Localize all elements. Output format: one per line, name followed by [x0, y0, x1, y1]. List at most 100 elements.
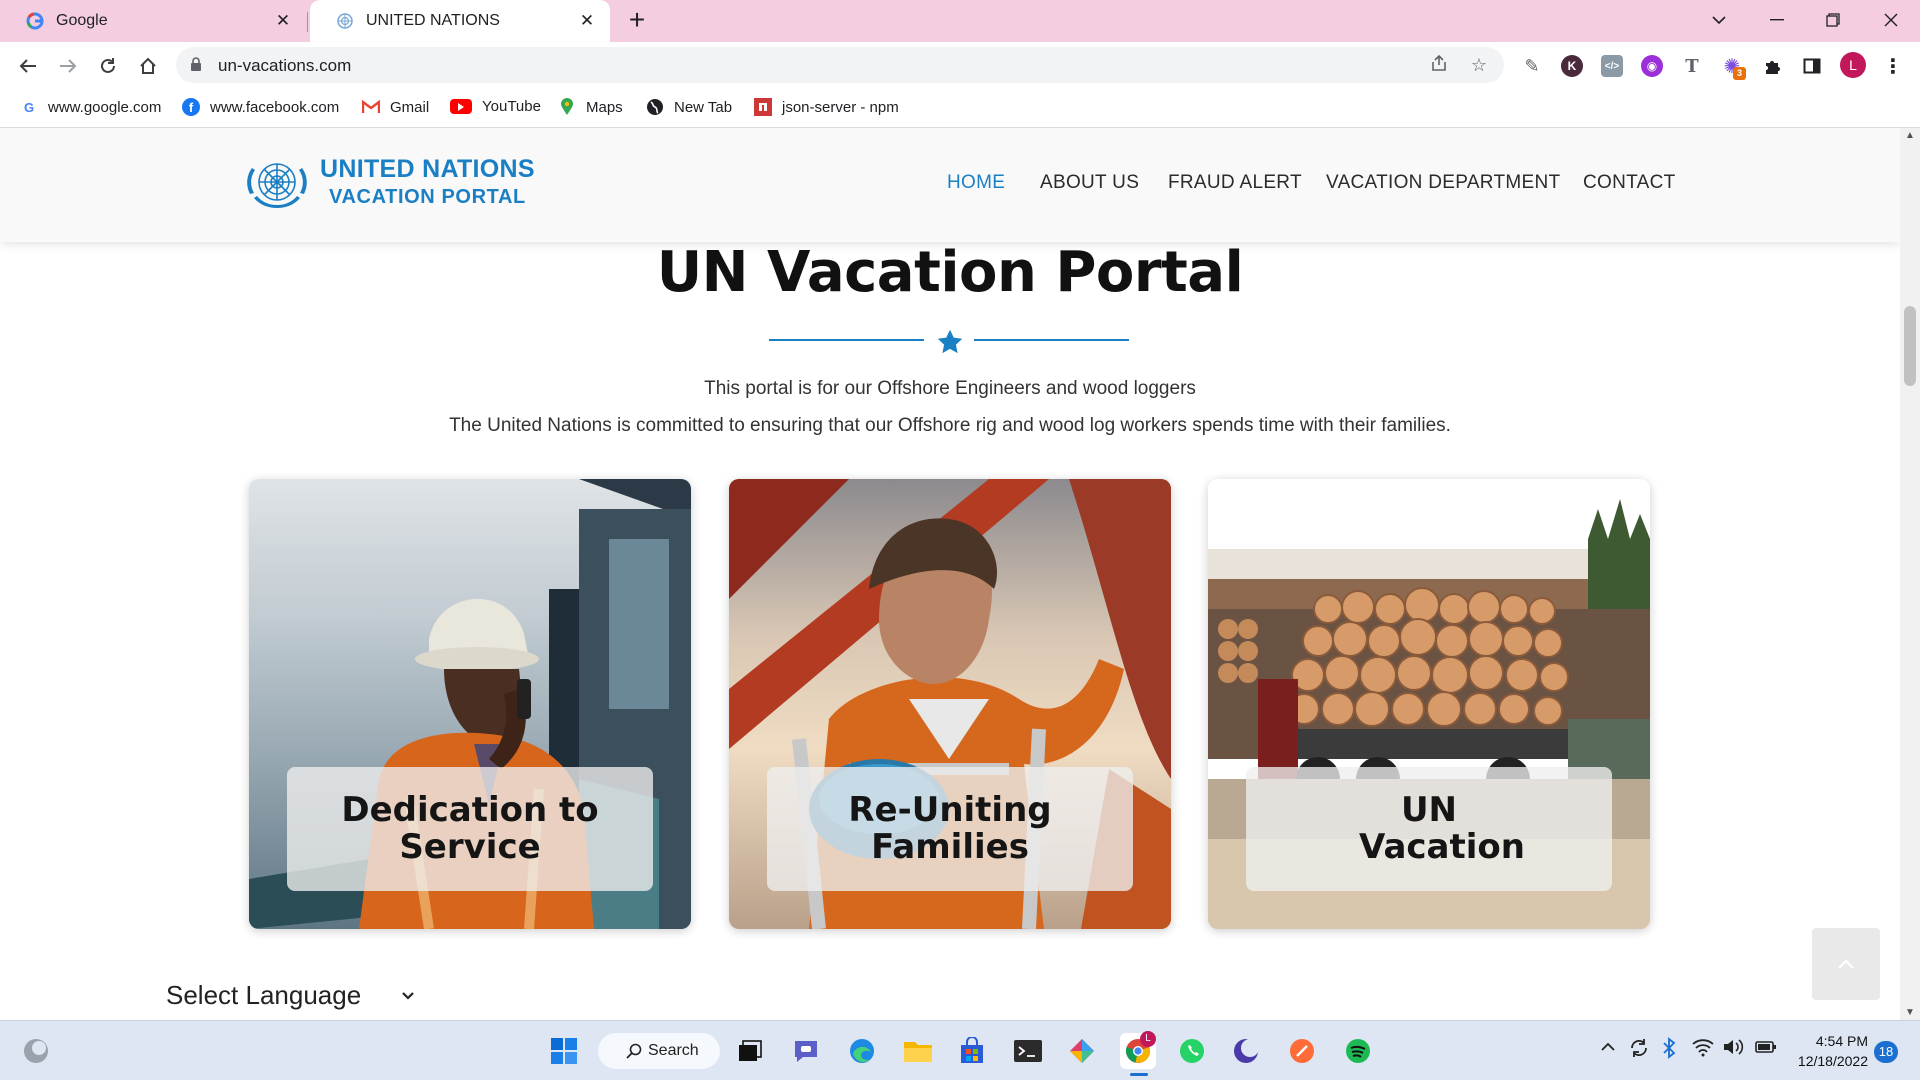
terminal-icon[interactable] [1010, 1033, 1046, 1069]
logo-line2: VACATION PORTAL [329, 186, 526, 208]
card-dedication-to-service[interactable]: Dedication to Service [249, 479, 691, 929]
microsoft-store-icon[interactable] [954, 1033, 990, 1069]
share-icon[interactable] [1428, 54, 1450, 76]
divider-right [974, 339, 1129, 341]
language-select-label: Select Language [166, 980, 362, 1010]
language-select[interactable]: Select Language [166, 980, 415, 1011]
un-emblem-icon [247, 163, 307, 208]
teams-chat-icon[interactable] [788, 1033, 824, 1069]
clock-time: 4:54 PM [1815, 1033, 1868, 1049]
scroll-up-arrow-icon[interactable]: ▲ [1900, 130, 1920, 141]
card-re-uniting-families[interactable]: Re-Uniting Families [729, 479, 1171, 929]
close-tab-icon[interactable]: ✕ [272, 11, 294, 31]
chrome-profile-badge: L [1140, 1031, 1156, 1047]
taskbar-clock[interactable]: 4:54 PM 12/18/2022 [1794, 1031, 1868, 1071]
profile-avatar[interactable]: L [1840, 52, 1866, 78]
gmail-icon [362, 98, 380, 116]
site-logo[interactable]: UNITED NATIONS VACATION PORTAL [244, 154, 535, 210]
more-menu-icon[interactable]: ⋮ [1882, 55, 1904, 78]
url-text[interactable]: un-vacations.com [218, 56, 351, 76]
scroll-down-arrow-icon[interactable]: ▼ [1900, 1007, 1920, 1018]
nav-vacation-department[interactable]: VACATION DEPARTMENT [1326, 172, 1560, 194]
postman-icon[interactable] [1284, 1033, 1320, 1069]
tab-search-chevron-icon[interactable] [1694, 0, 1744, 40]
close-tab-icon[interactable]: ✕ [576, 11, 598, 31]
new-tab-icon[interactable]: + [622, 6, 652, 36]
file-explorer-icon[interactable] [900, 1033, 936, 1069]
text-extension-icon[interactable]: T [1681, 55, 1703, 77]
windows-taskbar: Search L 4:54 PM 12/18/2022 18 [0, 1020, 1920, 1080]
home-icon[interactable] [132, 50, 164, 82]
start-windows-icon[interactable] [546, 1033, 582, 1069]
nav-fraud-alert[interactable]: FRAUD ALERT [1168, 172, 1302, 194]
snip-tool-icon[interactable] [1064, 1033, 1100, 1069]
minimize-icon[interactable] [1752, 0, 1802, 40]
spotify-icon[interactable] [1340, 1033, 1376, 1069]
active-app-indicator [1130, 1073, 1148, 1076]
tab-separator [307, 12, 308, 32]
task-view-icon[interactable] [732, 1033, 768, 1069]
page-scrollbar[interactable]: ▲ ▼ [1900, 128, 1920, 1020]
maps-icon [558, 98, 576, 116]
bookmark-facebook[interactable]: f www.facebook.com [182, 98, 339, 116]
logo-text: UNITED NATIONS VACATION PORTAL [320, 157, 535, 208]
back-to-top-button[interactable] [1812, 928, 1880, 1000]
burst-extension-icon[interactable]: ✺ 3 [1721, 55, 1746, 80]
bookmark-label: Gmail [390, 98, 430, 116]
reload-icon[interactable] [92, 50, 124, 82]
star-icon [937, 329, 963, 354]
notification-badge[interactable]: 18 [1874, 1041, 1898, 1063]
moon-app-icon[interactable] [1228, 1033, 1264, 1069]
bookmark-maps[interactable]: Maps [558, 98, 623, 116]
eyedropper-extension-icon[interactable]: ✎ [1521, 55, 1543, 77]
bookmark-json-server[interactable]: json-server - npm [754, 98, 899, 116]
bookmark-youtube[interactable]: YouTube [450, 98, 541, 115]
nav-home[interactable]: HOME [947, 172, 1005, 194]
intro-line-2: The United Nations is committed to ensur… [449, 415, 1451, 436]
close-window-icon[interactable] [1866, 0, 1916, 40]
tab-google[interactable]: Google ✕ [0, 0, 306, 42]
taskbar-search[interactable]: Search [598, 1033, 720, 1069]
card-un-vacation[interactable]: UN Vacation [1208, 479, 1650, 929]
scrollbar-thumb[interactable] [1904, 306, 1916, 386]
chevron-down-icon [402, 991, 414, 1000]
bookmark-gmail[interactable]: Gmail [362, 98, 429, 116]
volume-icon[interactable] [1722, 1037, 1744, 1062]
search-icon [626, 1043, 642, 1059]
sync-icon[interactable] [1628, 1037, 1650, 1064]
puzzle-extensions-icon[interactable] [1761, 55, 1783, 77]
site-header: UNITED NATIONS VACATION PORTAL HOME ABOU… [0, 128, 1900, 242]
nav-about-us[interactable]: ABOUT US [1040, 172, 1139, 194]
chrome-browser-icon[interactable]: L [1120, 1031, 1156, 1076]
weather-widget-icon[interactable] [18, 1033, 54, 1069]
page-viewport: UNITED NATIONS VACATION PORTAL HOME ABOU… [0, 128, 1900, 1020]
back-icon[interactable] [12, 50, 44, 82]
show-hidden-icons-chevron-icon[interactable] [1600, 1039, 1616, 1057]
youtube-icon [450, 99, 472, 114]
bookmark-new-tab[interactable]: New Tab [646, 98, 732, 116]
card-caption-text: Dedication to Service [341, 790, 599, 867]
search-label: Search [648, 1042, 699, 1059]
bookmark-google[interactable]: G www.google.com [20, 98, 161, 116]
bluetooth-icon[interactable] [1662, 1037, 1676, 1064]
google-icon [26, 12, 44, 30]
whatsapp-icon[interactable] [1174, 1033, 1210, 1069]
edge-browser-icon[interactable] [844, 1033, 880, 1069]
k-extension-icon[interactable]: K [1561, 55, 1583, 77]
lock-icon[interactable] [190, 57, 202, 71]
forward-icon[interactable] [52, 50, 84, 82]
bookmark-label: www.facebook.com [210, 98, 340, 116]
bookmark-star-icon[interactable]: ☆ [1468, 54, 1490, 76]
purple-extension-icon[interactable]: ◉ [1641, 55, 1663, 77]
tab-united-nations[interactable]: UNITED NATIONS ✕ [310, 0, 610, 42]
wifi-icon[interactable] [1692, 1037, 1714, 1062]
side-panel-icon[interactable] [1801, 55, 1823, 77]
clock-date: 12/18/2022 [1797, 1053, 1868, 1069]
code-extension-icon[interactable]: </> [1601, 55, 1623, 77]
nav-contact[interactable]: CONTACT [1583, 172, 1676, 194]
restore-icon[interactable] [1808, 0, 1858, 40]
address-bar[interactable]: un-vacations.com ☆ [176, 47, 1504, 83]
card-caption-text: Re-Uniting Families [848, 790, 1052, 867]
card-caption: Re-Uniting Families [767, 767, 1133, 891]
battery-charging-icon[interactable] [1754, 1037, 1778, 1062]
